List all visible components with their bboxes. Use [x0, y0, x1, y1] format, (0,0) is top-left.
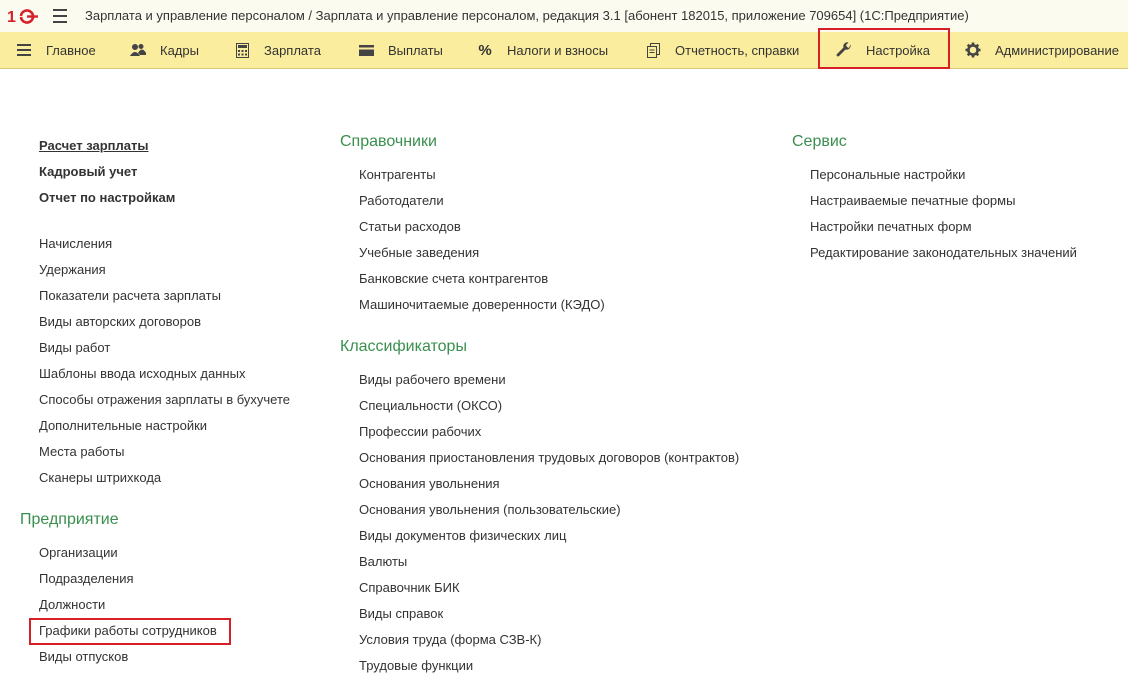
link-bic-directory[interactable]: Справочник БИК: [359, 580, 460, 595]
percent-icon: %: [478, 41, 492, 59]
section-taxes[interactable]: % Налоги и взносы: [477, 32, 608, 68]
section-payments[interactable]: Выплаты: [358, 32, 443, 68]
link-positions[interactable]: Должности: [39, 597, 105, 612]
link-custom-print-forms[interactable]: Настраиваемые печатные формы: [810, 193, 1015, 208]
section-label: Главное: [46, 42, 96, 58]
documents-icon: [645, 42, 661, 58]
settings-section-highlight: [818, 28, 950, 69]
group-title-directories: Справочники: [340, 133, 437, 150]
section-admin[interactable]: Администрирование: [965, 32, 1119, 68]
link-print-form-settings[interactable]: Настройки печатных форм: [810, 219, 972, 234]
wallet-icon: [358, 42, 374, 58]
link-counterparties[interactable]: Контрагенты: [359, 167, 436, 182]
link-employers[interactable]: Работодатели: [359, 193, 444, 208]
link-work-conditions[interactable]: Условия труда (форма СЗВ-К): [359, 632, 541, 647]
link-legislative-values[interactable]: Редактирование законодательных значений: [810, 245, 1077, 260]
section-reports[interactable]: Отчетность, справки: [645, 32, 799, 68]
link-deductions[interactable]: Удержания: [39, 262, 106, 277]
link-counterparty-bank-accounts[interactable]: Банковские счета контрагентов: [359, 271, 548, 286]
link-personal-settings[interactable]: Персональные настройки: [810, 167, 965, 182]
section-label: Зарплата: [264, 42, 321, 58]
link-input-templates[interactable]: Шаблоны ввода исходных данных: [39, 366, 245, 381]
link-accounting-methods[interactable]: Способы отражения зарплаты в бухучете: [39, 392, 290, 407]
section-salary[interactable]: Зарплата: [234, 32, 321, 68]
group-title-enterprise: Предприятие: [20, 511, 119, 528]
link-dismissal-grounds-custom[interactable]: Основания увольнения (пользовательские): [359, 502, 621, 517]
link-work-types[interactable]: Виды работ: [39, 340, 110, 355]
link-workplaces[interactable]: Места работы: [39, 444, 125, 459]
link-additional-settings[interactable]: Дополнительные настройки: [39, 418, 207, 433]
group-title-classifiers: Классификаторы: [340, 338, 467, 355]
main-menu-icon[interactable]: [53, 9, 67, 23]
link-expense-items[interactable]: Статьи расходов: [359, 219, 461, 234]
link-accruals[interactable]: Начисления: [39, 236, 112, 251]
link-worker-professions[interactable]: Профессии рабочих: [359, 424, 481, 439]
link-author-contract-types[interactable]: Виды авторских договоров: [39, 314, 201, 329]
link-departments[interactable]: Подразделения: [39, 571, 134, 586]
link-educational-institutions[interactable]: Учебные заведения: [359, 245, 479, 260]
section-main[interactable]: Главное: [16, 32, 96, 68]
section-label: Администрирование: [995, 42, 1119, 58]
window-title: Зарплата и управление персоналом / Зарпл…: [85, 8, 969, 23]
link-hr-settings[interactable]: Кадровый учет: [39, 164, 137, 179]
link-machine-readable-poa[interactable]: Машиночитаемые доверенности (КЭДО): [359, 297, 605, 312]
link-certificate-types[interactable]: Виды справок: [359, 606, 443, 621]
link-currencies[interactable]: Валюты: [359, 554, 407, 569]
section-label: Выплаты: [388, 42, 443, 58]
title-bar: 1 Зарплата и управление персоналом / Зар…: [0, 0, 1128, 33]
group-title-service: Сервис: [792, 133, 847, 150]
work-schedules-highlight: [29, 618, 231, 645]
link-payroll-indicators[interactable]: Показатели расчета зарплаты: [39, 288, 221, 303]
link-specialties-okso[interactable]: Специальности (ОКСО): [359, 398, 502, 413]
link-vacation-types[interactable]: Виды отпусков: [39, 649, 128, 664]
link-settings-report[interactable]: Отчет по настройкам: [39, 190, 175, 205]
link-payroll-settings[interactable]: Расчет зарплаты: [39, 138, 148, 153]
link-organizations[interactable]: Организации: [39, 545, 118, 560]
section-panel: Главное Кадры Зарплата Выплаты % Налоги …: [0, 32, 1128, 69]
link-work-time-types[interactable]: Виды рабочего времени: [359, 372, 506, 387]
hamburger-icon: [16, 42, 32, 58]
section-label: Налоги и взносы: [507, 42, 609, 58]
calculator-icon: [234, 42, 250, 58]
section-label: Отчетность, справки: [675, 42, 800, 58]
1c-logo-icon: 1: [7, 9, 38, 25]
link-contract-suspension-grounds[interactable]: Основания приостановления трудовых догов…: [359, 450, 739, 465]
svg-text:1: 1: [7, 9, 16, 25]
section-hr[interactable]: Кадры: [130, 32, 199, 68]
link-barcode-scanners[interactable]: Сканеры штрихкода: [39, 470, 161, 485]
people-icon: [130, 42, 146, 58]
link-dismissal-grounds[interactable]: Основания увольнения: [359, 476, 500, 491]
link-identity-document-types[interactable]: Виды документов физических лиц: [359, 528, 566, 543]
gear-icon: [965, 42, 981, 58]
section-label: Кадры: [160, 42, 199, 58]
